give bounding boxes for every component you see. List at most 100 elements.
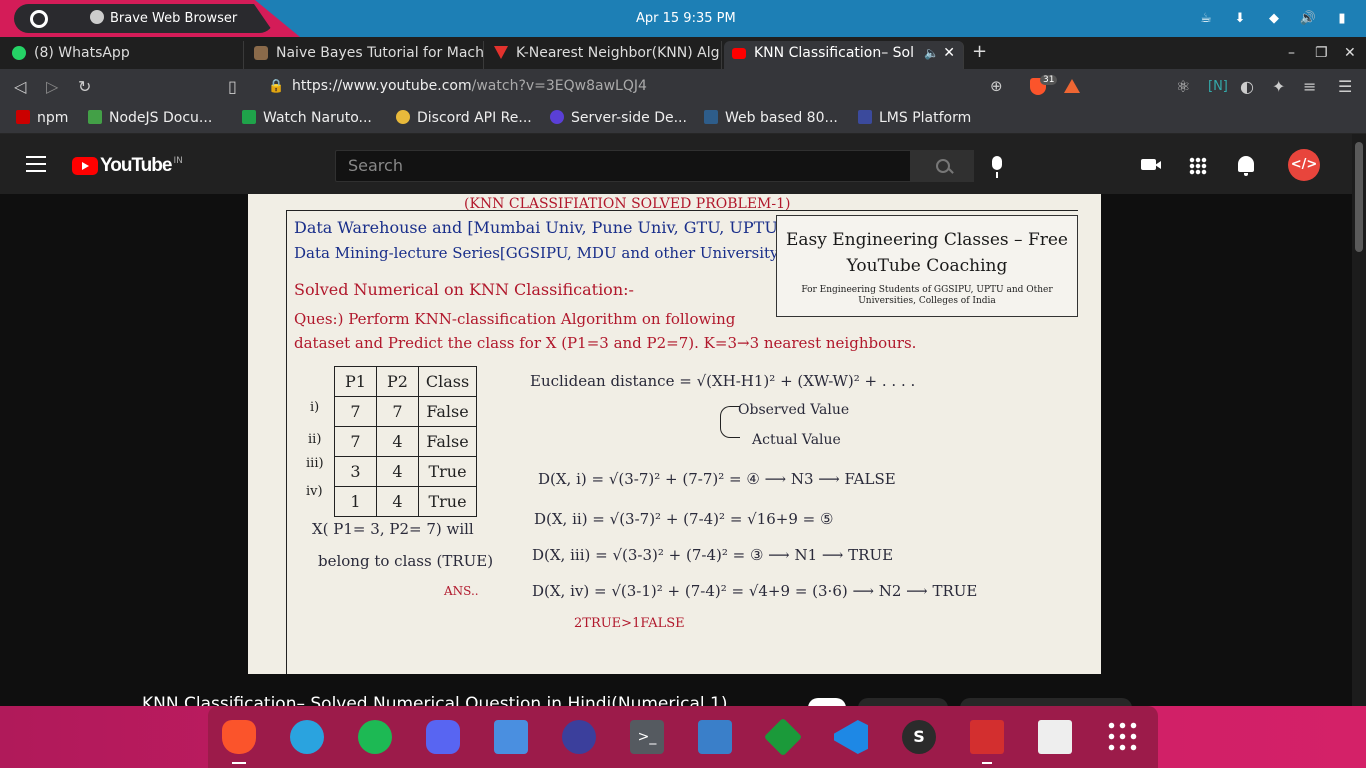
question-line-1: Ques:) Perform KNN-classification Algori… [294, 310, 736, 328]
lock-icon[interactable]: 🔒 [268, 79, 284, 94]
tab-whatsapp[interactable]: (8) WhatsApp [4, 41, 244, 69]
bookmark-lms[interactable]: LMS Platform [858, 110, 971, 126]
belong-line-1: X( P1= 3, P2= 7) will [312, 520, 474, 538]
table-row: 7 7 False [334, 396, 477, 427]
app-grid-icon[interactable] [1106, 720, 1140, 754]
wifi-icon[interactable]: ◆ [1264, 8, 1284, 28]
react-devtools-icon[interactable]: ⚛ [1176, 77, 1190, 96]
maximize-icon[interactable]: ❐ [1315, 45, 1328, 61]
actual-value-note: Actual Value [752, 432, 841, 448]
tab-label: KNN Classification– Sol [754, 45, 915, 61]
bookmark-label: Discord API Re... [417, 110, 532, 126]
download-icon[interactable]: ⬇ [1230, 8, 1250, 28]
guide-menu-icon[interactable] [26, 156, 46, 172]
discord-dock-icon[interactable] [426, 720, 460, 754]
answer-mark: ANS.. [444, 584, 479, 598]
bookmark-web-based[interactable]: Web based 80... [704, 110, 838, 126]
brave-small-icon [90, 10, 104, 24]
text-editor-dock-icon[interactable] [698, 720, 732, 754]
coffee-icon[interactable]: ☕ [1196, 8, 1216, 28]
recycle-bin-dock-icon[interactable] [1038, 720, 1072, 754]
bookmark-icon[interactable]: ▯ [228, 77, 237, 96]
bookmark-nodejs[interactable]: NodeJS Docu... [88, 110, 212, 126]
audio-icon[interactable]: 🔈 [924, 41, 939, 65]
table-cell: 3 [334, 456, 377, 487]
close-tab-icon[interactable]: ✕ [943, 41, 955, 65]
bookmark-naruto[interactable]: Watch Naruto... [242, 110, 372, 126]
reload-icon[interactable]: ↻ [78, 77, 91, 96]
browser-tab-strip: (8) WhatsApp Naive Bayes Tutorial for Ma… [0, 37, 1366, 69]
bookmark-label: LMS Platform [879, 110, 972, 126]
running-indicator [982, 762, 992, 764]
distance-1: D(X, i) = √(3-7)² + (7-7)² = ④ ⟶ N3 ⟶ FA… [538, 470, 896, 488]
clock[interactable]: Apr 15 9:35 PM [636, 11, 736, 26]
observed-value-note: Observed Value [738, 402, 850, 418]
create-video-icon[interactable] [1141, 159, 1161, 170]
close-window-icon[interactable]: ✕ [1344, 45, 1356, 61]
question-line-2: dataset and Predict the class for X (P1=… [294, 334, 917, 352]
npm-icon [16, 110, 30, 124]
volume-icon[interactable]: 🔊 [1298, 8, 1318, 28]
url-field[interactable]: https://www.youtube.com/watch?v=3EQw8awL… [292, 78, 647, 94]
vim-dock-icon[interactable] [763, 717, 803, 757]
extensions-icon[interactable]: ✦ [1272, 77, 1285, 96]
system-monitor-dock-icon[interactable] [562, 720, 596, 754]
row-index: ii) [308, 432, 322, 447]
page-scrollbar[interactable] [1352, 134, 1366, 706]
table-cell: 7 [334, 426, 377, 457]
nodejs-icon [88, 110, 102, 124]
battery-icon[interactable]: ▮ [1332, 8, 1352, 28]
terminal-dock-icon[interactable]: >_ [630, 720, 664, 754]
back-icon[interactable]: ◁ [14, 77, 26, 96]
menu-icon[interactable]: ☰ [1338, 77, 1352, 96]
new-tab-button[interactable]: + [972, 41, 987, 62]
table-header: P2 [376, 366, 419, 397]
dataset-table: P1 P2 Class 7 7 False 7 4 False 3 4 True… [334, 366, 477, 517]
bookmark-label: Web based 80... [725, 110, 838, 126]
table-cell: False [418, 426, 477, 457]
pdf-reader-dock-icon[interactable] [970, 720, 1004, 754]
s-app-dock-icon[interactable]: S [902, 720, 936, 754]
tv-icon [242, 110, 256, 124]
apps-grid-icon[interactable] [1189, 157, 1207, 175]
url-host: https://www.youtube.com [292, 78, 472, 94]
youtube-logo[interactable]: YouTube IN [72, 155, 183, 177]
bookmark-discord[interactable]: Discord API Re... [396, 110, 532, 126]
vscode-dock-icon[interactable] [834, 720, 868, 754]
dock: >_ S [208, 706, 1158, 768]
search-input[interactable]: Search [335, 150, 911, 182]
scrollbar-thumb[interactable] [1355, 142, 1363, 252]
rewards-icon[interactable] [1064, 79, 1080, 93]
avatar[interactable]: </> [1288, 149, 1320, 181]
microphone-icon[interactable] [992, 156, 1002, 178]
media-icon[interactable]: ≡ [1303, 77, 1316, 96]
minimize-icon[interactable]: – [1288, 45, 1295, 61]
bookmark-label: NodeJS Docu... [109, 110, 213, 126]
tab-knn-algo[interactable]: K-Nearest Neighbor(KNN) Alg [486, 41, 722, 69]
tutorial-icon [254, 46, 268, 60]
add-icon[interactable]: ⊕ [990, 77, 1003, 95]
video-player[interactable]: (KNN CLASSIFIATION SOLVED PROBLEM-1) Dat… [248, 194, 1101, 674]
spotify-dock-icon[interactable] [358, 720, 392, 754]
row-index: i) [310, 400, 320, 415]
channel-banner: Easy Engineering Classes – Free YouTube … [776, 215, 1078, 317]
activities-icon[interactable] [30, 10, 48, 28]
bookmark-server-side[interactable]: Server-side De... [550, 110, 687, 126]
tab-naive-bayes[interactable]: Naive Bayes Tutorial for Mach [246, 41, 484, 69]
bookmark-npm[interactable]: npm [16, 110, 68, 126]
tab-knn-classification[interactable]: KNN Classification– Sol 🔈 ✕ [724, 41, 964, 69]
files-dock-icon[interactable] [494, 720, 528, 754]
system-tray[interactable]: ☕ ⬇ ◆ 🔊 ▮ [1196, 8, 1352, 28]
discord-api-icon [396, 110, 410, 124]
extension-circle-icon[interactable]: ◐ [1240, 77, 1254, 96]
brave-dock-icon[interactable] [222, 720, 256, 754]
table-cell: 4 [376, 426, 419, 457]
table-row: 3 4 True [334, 456, 477, 487]
row-index: iv) [306, 484, 323, 499]
forward-icon[interactable]: ▷ [46, 77, 58, 96]
notifications-bell-icon[interactable] [1238, 156, 1254, 176]
telegram-dock-icon[interactable] [290, 720, 324, 754]
distance-4: D(X, iv) = √(3-1)² + (7-4)² = √4+9 = (3·… [532, 582, 978, 600]
extension-n-icon[interactable]: [N] [1208, 79, 1228, 94]
search-button[interactable] [910, 150, 974, 182]
